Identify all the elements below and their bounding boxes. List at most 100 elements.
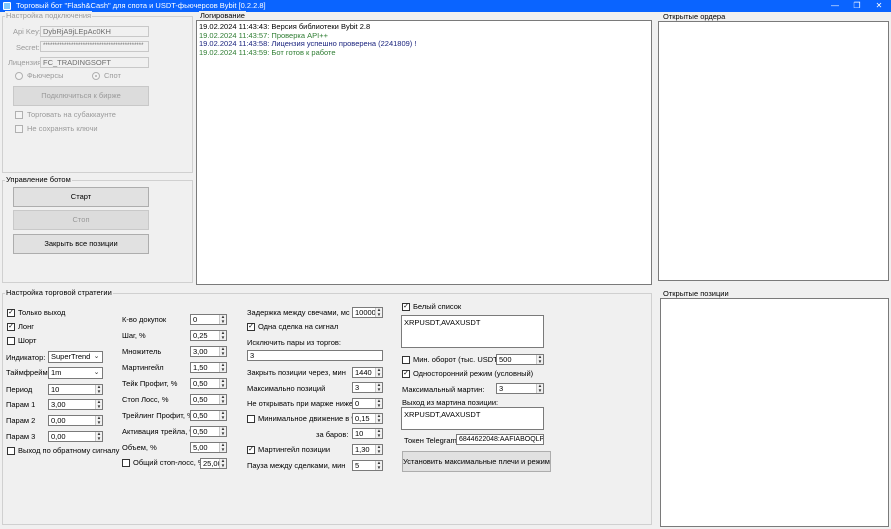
timeframe-select[interactable]: 1m ⌄ <box>48 367 103 379</box>
api-key-input[interactable]: DybRjA9jLEpAc0KH <box>40 26 149 37</box>
spinner-arrows-icon[interactable]: ▲ ▼ <box>219 394 226 404</box>
spinner-arrows-icon[interactable]: ▲ ▼ <box>375 413 382 423</box>
max-martin-label: Максимальный мартин: <box>402 385 485 394</box>
spinner-arrows-icon[interactable]: ▲ ▼ <box>95 415 102 425</box>
one-way-checkbox[interactable]: ✓ <box>402 370 410 378</box>
min-turnover-spinner[interactable]: 500 ▲ ▼ <box>496 354 544 365</box>
candle-delay-spinner[interactable]: 10000 ▲ ▼ <box>352 307 383 318</box>
param1-label: Парам 1 <box>6 400 36 409</box>
period-spinner[interactable]: 10 ▲ ▼ <box>48 384 103 395</box>
one-deal-checkbox[interactable]: ✓ <box>247 323 255 331</box>
app-icon <box>3 2 11 10</box>
close-button[interactable]: ✕ <box>868 0 890 12</box>
long-checkbox[interactable]: ✓ <box>7 323 15 331</box>
spinner-arrows-icon[interactable]: ▲ ▼ <box>219 442 226 452</box>
step-label: Шаг, % <box>122 331 146 340</box>
spinner-arrows-icon[interactable]: ▲ ▼ <box>536 383 543 393</box>
chevron-down-icon: ⌄ <box>93 369 100 376</box>
timeframe-label: Таймфрейм <box>6 368 48 377</box>
no-open-margin-spinner[interactable]: 0 ▲ ▼ <box>352 398 383 409</box>
subaccount-checkbox[interactable] <box>15 111 23 119</box>
spinner-arrows-icon[interactable]: ▲ ▼ <box>219 314 226 324</box>
license-input[interactable]: FC_TRADINGSOFT <box>40 57 149 68</box>
trailing-activation-spinner[interactable]: 0,50 ▲ ▼ <box>190 426 227 437</box>
spinner-arrows-icon[interactable]: ▲ ▼ <box>219 410 226 420</box>
short-label: Шорт <box>18 336 37 345</box>
long-label: Лонг <box>18 322 34 331</box>
stop-button[interactable]: Стоп <box>13 210 149 230</box>
martingale-spinner[interactable]: 1,50 ▲ ▼ <box>190 362 227 373</box>
multiplier-spinner[interactable]: 3,00 ▲ ▼ <box>190 346 227 357</box>
spinner-arrows-icon[interactable]: ▲ ▼ <box>95 431 102 441</box>
total-stop-checkbox[interactable] <box>122 459 130 467</box>
whitelist-checkbox[interactable]: ✓ <box>402 303 410 311</box>
minimize-button[interactable]: — <box>824 0 846 12</box>
secret-input[interactable]: ****************************************… <box>40 41 149 52</box>
subaccount-label: Торговать на субаккаунте <box>27 110 116 119</box>
spinner-arrows-icon[interactable]: ▲ ▼ <box>219 378 226 388</box>
no-open-margin-label: Не открывать при марже ниже, % <box>247 399 364 408</box>
indicator-label: Индикатор: <box>6 353 46 362</box>
martingale-positions-spinner[interactable]: 1,30 ▲ ▼ <box>352 444 383 455</box>
spinner-arrows-icon[interactable]: ▲ ▼ <box>219 458 226 468</box>
spinner-arrows-icon[interactable]: ▲ ▼ <box>219 362 226 372</box>
close-after-spinner[interactable]: 1440 ▲ ▼ <box>352 367 383 378</box>
stop-loss-label: Стоп Лосс, % <box>122 395 169 404</box>
connect-button[interactable]: Подключиться к бирже <box>13 86 149 106</box>
maximize-button[interactable]: ❐ <box>846 0 868 12</box>
take-profit-spinner[interactable]: 0,50 ▲ ▼ <box>190 378 227 389</box>
open-orders-list[interactable] <box>658 21 889 281</box>
martin-exit-textarea[interactable]: XRPUSDT,AVAXUSDT <box>401 407 544 430</box>
short-checkbox[interactable] <box>7 337 15 345</box>
spinner-arrows-icon[interactable]: ▲ ▼ <box>375 367 382 377</box>
spinner-arrows-icon[interactable]: ▲ ▼ <box>375 428 382 438</box>
min-turnover-checkbox[interactable] <box>402 356 410 364</box>
title-bar: Торговый бот "Flash&Cash" для спота и US… <box>0 0 891 12</box>
spinner-arrows-icon[interactable]: ▲ ▼ <box>219 426 226 436</box>
exclude-pairs-input[interactable]: 3 <box>247 350 383 361</box>
only-exit-checkbox[interactable]: ✓ <box>7 309 15 317</box>
bars-label: за баров: <box>316 430 349 439</box>
total-stop-spinner[interactable]: 25,00 ▲ ▼ <box>200 458 227 469</box>
pause-spinner[interactable]: 5 ▲ ▼ <box>352 460 383 471</box>
spinner-arrows-icon[interactable]: ▲ ▼ <box>219 330 226 340</box>
telegram-token-input[interactable]: 6844622048:AAFIABOQLPvY <box>456 434 544 445</box>
trailing-profit-spinner[interactable]: 0,50 ▲ ▼ <box>190 410 227 421</box>
spinner-arrows-icon[interactable]: ▲ ▼ <box>375 398 382 408</box>
spinner-arrows-icon[interactable]: ▲ ▼ <box>375 460 382 470</box>
param3-spinner[interactable]: 0,00 ▲ ▼ <box>48 431 103 442</box>
reverse-exit-checkbox[interactable] <box>7 447 15 455</box>
spinner-arrows-icon[interactable]: ▲ ▼ <box>219 346 226 356</box>
spinner-arrows-icon[interactable]: ▲ ▼ <box>375 382 382 392</box>
param1-spinner[interactable]: 3,00 ▲ ▼ <box>48 399 103 410</box>
spinner-arrows-icon[interactable]: ▲ ▼ <box>536 354 543 364</box>
min-move-spinner[interactable]: 0,15 ▲ ▼ <box>352 413 383 424</box>
step-spinner[interactable]: 0,25 ▲ ▼ <box>190 330 227 341</box>
close-all-positions-button[interactable]: Закрыть все позиции <box>13 234 149 254</box>
martingale-positions-checkbox[interactable]: ✓ <box>247 446 255 454</box>
spinner-arrows-icon[interactable]: ▲ ▼ <box>375 444 382 454</box>
spinner-arrows-icon[interactable]: ▲ ▼ <box>375 307 382 317</box>
spinner-arrows-icon[interactable]: ▲ ▼ <box>95 399 102 409</box>
futures-radio[interactable] <box>15 72 23 80</box>
spot-radio[interactable] <box>92 72 100 80</box>
param2-spinner[interactable]: 0,00 ▲ ▼ <box>48 415 103 426</box>
spinner-arrows-icon[interactable]: ▲ ▼ <box>95 384 102 394</box>
open-positions-list[interactable] <box>660 298 889 527</box>
param3-label: Парам 3 <box>6 432 36 441</box>
min-move-checkbox[interactable] <box>247 415 255 423</box>
whitelist-label: Белый список <box>413 302 462 311</box>
bars-spinner[interactable]: 10 ▲ ▼ <box>352 428 383 439</box>
multiplier-label: Множитель <box>122 347 162 356</box>
connection-title: Настройка подключения <box>5 11 93 20</box>
whitelist-textarea[interactable]: XRPUSDT,AVAXUSDT <box>401 315 544 348</box>
indicator-select[interactable]: SuperTrend ⌄ <box>48 351 103 363</box>
start-button[interactable]: Старт <box>13 187 149 207</box>
stop-loss-spinner[interactable]: 0,50 ▲ ▼ <box>190 394 227 405</box>
max-positions-spinner[interactable]: 3 ▲ ▼ <box>352 382 383 393</box>
dca-count-spinner[interactable]: 0 ▲ ▼ <box>190 314 227 325</box>
max-martin-spinner[interactable]: 3 ▲ ▼ <box>496 383 544 394</box>
set-max-leverage-button[interactable]: Установить максимальные плечи и режим <box>402 451 551 472</box>
no-save-keys-checkbox[interactable] <box>15 125 23 133</box>
volume-spinner[interactable]: 5,00 ▲ ▼ <box>190 442 227 453</box>
